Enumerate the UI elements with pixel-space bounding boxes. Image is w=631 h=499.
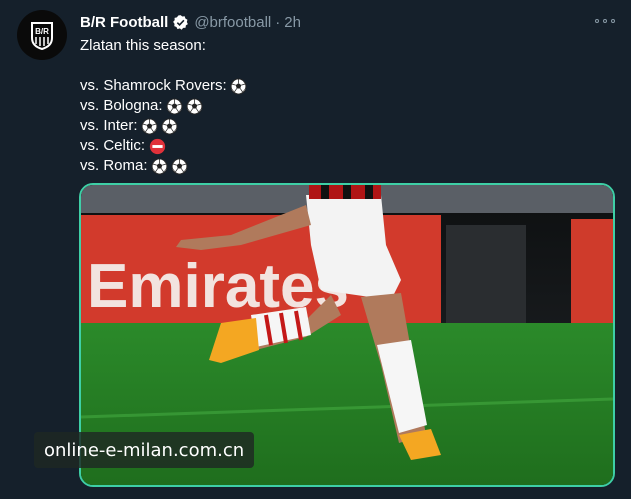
svg-text:B/R: B/R [35,27,49,36]
tweet-line: vs. Inter: [80,116,600,136]
tweet-line: vs. Roma: [80,156,600,176]
tweet-line: vs. Bologna: [80,96,600,116]
tweet-line-label: vs. Roma: [80,157,148,174]
soccer-ball-icon [171,158,188,175]
tweet-header: B/R Football @brfootball · 2h [80,12,301,32]
tweet-line-label: vs. Shamrock Rovers: [80,77,227,94]
more-options-icon[interactable] [595,14,615,28]
tweet-line: vs. Celtic: [80,136,600,156]
soccer-ball-icon [151,158,168,175]
handle[interactable]: @brfootball [194,14,271,31]
br-logo-icon: B/R [31,22,53,51]
banner-text: Emirates [87,252,349,321]
soccer-ball-icon [161,118,178,135]
watermark: online-e-milan.com.cn [34,432,255,468]
verified-badge-icon [173,14,189,30]
soccer-ball-icon [230,78,247,95]
tweet-line-label: vs. Celtic: [80,137,146,154]
timestamp[interactable]: 2h [284,14,301,31]
tweet-line-label: vs. Bologna: [80,97,163,114]
soccer-ball-icon [186,98,203,115]
tweet-intro: Zlatan this season: [80,37,206,54]
tweet-lines: vs. Shamrock Rovers: vs. Bologna: vs. Inte… [80,76,600,176]
tweet-text: Zlatan this season: vs. Shamrock Rovers:… [80,36,600,176]
tweet-line-label: vs. Inter: [80,117,138,134]
tweet-line: vs. Shamrock Rovers: [80,76,600,96]
avatar[interactable]: B/R [17,10,67,60]
no-entry-icon [149,138,166,155]
soccer-ball-icon [166,98,183,115]
display-name[interactable]: B/R Football [80,14,168,31]
tweet-card[interactable]: B/R B/R Football @brfootball · 2h Zlatan… [0,0,631,499]
soccer-ball-icon [141,118,158,135]
separator-dot: · [275,13,281,31]
